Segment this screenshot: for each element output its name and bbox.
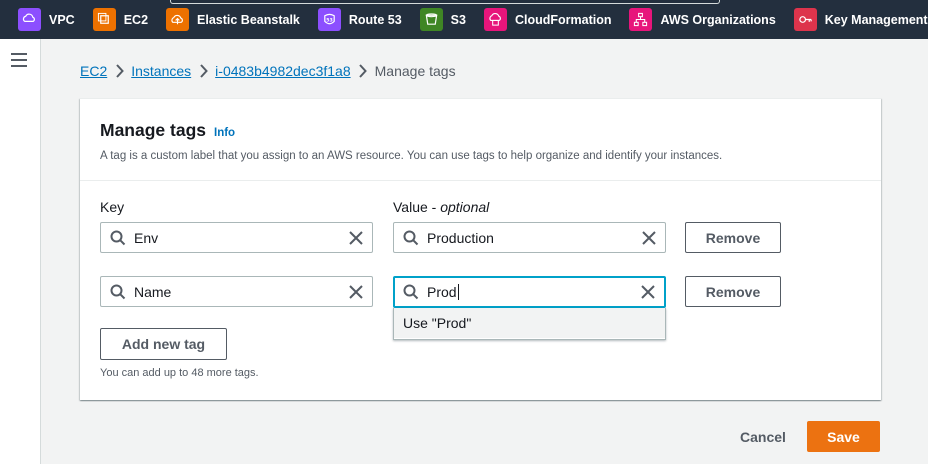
route-53-icon: 53 <box>317 8 341 31</box>
breadcrumb-current: Manage tags <box>374 63 456 79</box>
value-column-label: Value - optional <box>393 199 489 215</box>
service-route-53[interactable]: 53 Route 53 <box>300 0 402 39</box>
service-elastic-beanstalk[interactable]: Elastic Beanstalk <box>148 0 300 39</box>
cloudformation-icon <box>483 8 507 31</box>
service-s3[interactable]: S3 <box>402 0 466 39</box>
service-label: EC2 <box>123 12 149 27</box>
page-title: Manage tags <box>100 120 206 140</box>
panel-header: Manage tags Info A tag is a custom label… <box>80 99 881 181</box>
chevron-right-icon <box>191 64 215 78</box>
save-button[interactable]: Save <box>807 421 880 452</box>
close-icon[interactable] <box>640 284 656 300</box>
chevron-right-icon <box>107 64 131 78</box>
services-bar: VPC EC2 Elastic Beanstalk 53 Route 53 S3… <box>0 0 928 39</box>
service-label: Route 53 <box>348 12 402 27</box>
tag-value-input[interactable]: Production <box>393 222 666 253</box>
panel-description: A tag is a custom label that you assign … <box>100 150 723 162</box>
kms-icon <box>793 8 817 31</box>
breadcrumb-ec2[interactable]: EC2 <box>80 63 107 79</box>
close-icon[interactable] <box>641 230 657 246</box>
text-cursor <box>457 284 459 300</box>
key-column-label: Key <box>100 199 125 215</box>
ec2-icon <box>92 8 116 31</box>
service-key-management-service[interactable]: Key Management Service <box>776 0 928 39</box>
svg-text:53: 53 <box>326 17 333 23</box>
tag-key-value: Name <box>134 283 172 300</box>
service-ec2[interactable]: EC2 <box>75 0 148 39</box>
search-bar-edge[interactable] <box>170 0 720 4</box>
add-new-tag-button[interactable]: Add new tag <box>100 328 227 360</box>
service-aws-organizations[interactable]: AWS Organizations <box>611 0 776 39</box>
breadcrumb: EC2 Instances i-0483b4982dec3f1a8 Manage… <box>80 61 456 81</box>
service-label: VPC <box>49 12 75 27</box>
tag-key-input[interactable]: Env <box>100 222 373 253</box>
value-suggestions-dropdown: Use "Prod" <box>393 308 666 340</box>
search-icon <box>110 284 126 299</box>
chevron-right-icon <box>351 64 375 78</box>
close-icon[interactable] <box>348 230 364 246</box>
tag-key-value: Env <box>134 229 159 246</box>
tag-value-value: Prod <box>427 284 640 300</box>
breadcrumb-instances[interactable]: Instances <box>131 63 191 79</box>
service-cloudformation[interactable]: CloudFormation <box>466 0 612 39</box>
service-label: CloudFormation <box>514 12 612 27</box>
service-vpc[interactable]: VPC <box>0 0 75 39</box>
remove-tag-button[interactable]: Remove <box>685 276 781 307</box>
remove-tag-button[interactable]: Remove <box>685 222 781 253</box>
tag-value-value: Production <box>427 229 494 246</box>
close-icon[interactable] <box>348 284 364 300</box>
tag-limit-hint: You can add up to 48 more tags. <box>100 367 259 379</box>
elastic-beanstalk-icon <box>166 8 190 31</box>
search-icon <box>403 284 419 300</box>
tag-key-input[interactable]: Name <box>100 276 373 307</box>
optional-label: optional <box>440 199 490 215</box>
breadcrumb-instance-id[interactable]: i-0483b4982dec3f1a8 <box>215 63 350 79</box>
info-link[interactable]: Info <box>214 127 235 139</box>
service-label: Elastic Beanstalk <box>197 12 300 27</box>
cancel-button[interactable]: Cancel <box>726 421 800 452</box>
vpc-icon <box>18 8 41 31</box>
typed-text: Prod <box>427 284 457 300</box>
service-label: S3 <box>450 12 466 27</box>
value-label-text: Value - <box>393 199 441 215</box>
side-navigation-rail <box>0 39 41 464</box>
service-label: Key Management Service <box>824 12 928 27</box>
search-icon <box>403 230 419 245</box>
search-icon <box>110 230 126 245</box>
tag-value-input-focused[interactable]: Prod <box>393 276 666 308</box>
suggestion-option[interactable]: Use "Prod" <box>394 308 665 338</box>
service-label: AWS Organizations <box>660 12 776 27</box>
menu-icon[interactable] <box>11 53 27 67</box>
s3-icon <box>419 8 443 31</box>
aws-organizations-icon <box>629 8 653 31</box>
